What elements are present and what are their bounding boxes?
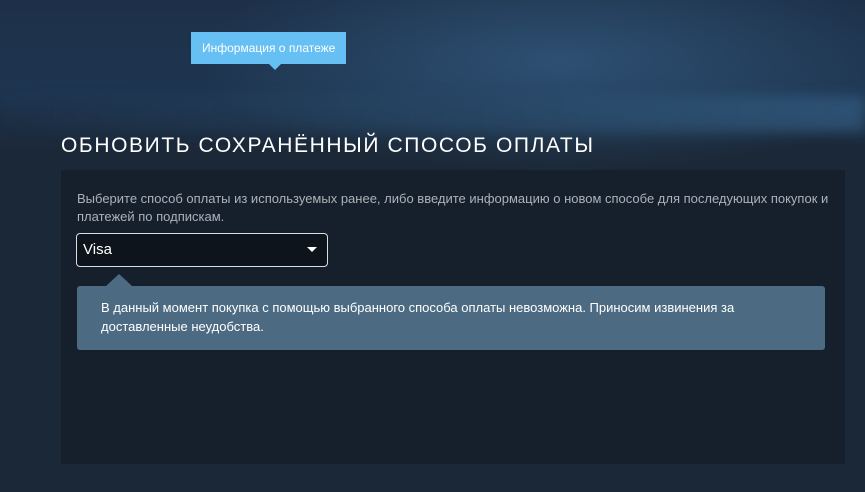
- notice-text: В данный момент покупка с помощью выбран…: [101, 300, 735, 334]
- page: Информация о платеже ОБНОВИТЬ СОХРАНЁННЫ…: [0, 0, 865, 492]
- unavailable-notice: В данный момент покупка с помощью выбран…: [77, 286, 825, 350]
- payment-method-select[interactable]: Visa: [76, 233, 328, 267]
- page-title: ОБНОВИТЬ СОХРАНЁННЫЙ СПОСОБ ОПЛАТЫ: [61, 134, 595, 157]
- tooltip-pointer: [269, 64, 281, 70]
- chevron-down-icon: [307, 247, 317, 252]
- header-background-band: [0, 96, 865, 132]
- payment-method-panel: Выберите способ оплаты из используемых р…: [61, 170, 845, 464]
- notice-pointer: [106, 274, 132, 286]
- payment-info-tooltip: Информация о платеже: [191, 32, 347, 64]
- payment-method-selected-value: Visa: [83, 241, 112, 258]
- instructions-text: Выберите способ оплаты из используемых р…: [77, 191, 829, 224]
